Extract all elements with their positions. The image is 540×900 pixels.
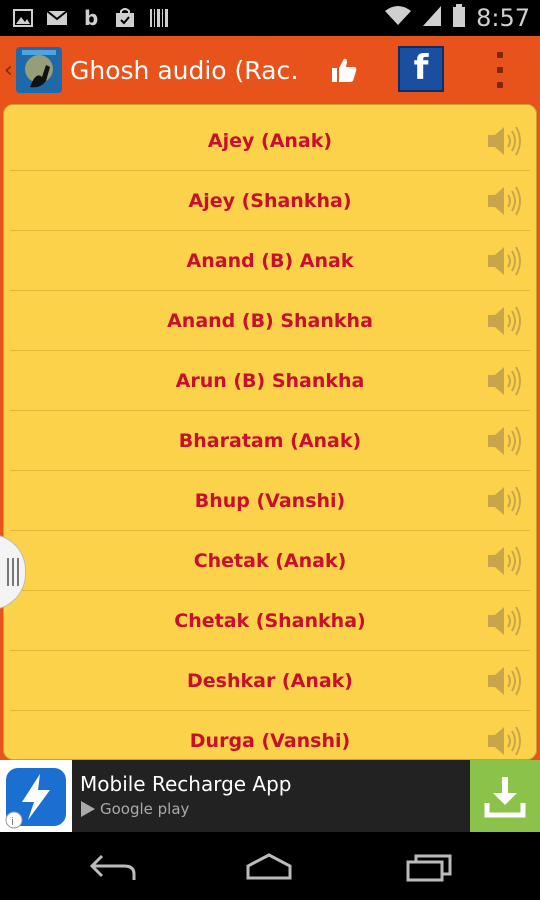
item-label: Arun (B) Shankha	[175, 370, 365, 392]
navigation-bar	[0, 832, 540, 900]
list-item[interactable]: Anand (B) Anak	[4, 231, 536, 291]
list-item[interactable]: Ajey (Shankha)	[4, 171, 536, 231]
ad-app-icon[interactable]: i	[0, 760, 72, 832]
facebook-icon: f	[413, 48, 429, 88]
svg-text:b: b	[84, 7, 98, 29]
speaker-icon[interactable]	[486, 424, 522, 458]
speaker-icon[interactable]	[486, 124, 522, 158]
overflow-menu-button[interactable]	[488, 52, 512, 88]
battery-icon	[452, 4, 466, 32]
barcode-icon	[148, 7, 170, 29]
list-item[interactable]: Anand (B) Shankha	[4, 291, 536, 351]
app-title: Ghosh audio (Rac…	[70, 55, 300, 85]
up-chevron-icon[interactable]: ‹	[4, 58, 14, 83]
speaker-icon[interactable]	[486, 364, 522, 398]
item-label: Bharatam (Anak)	[178, 430, 362, 452]
overflow-dot	[497, 52, 503, 58]
item-label: Deshkar (Anak)	[187, 670, 353, 692]
ad-title: Mobile Recharge App	[80, 772, 292, 796]
play-store-icon	[81, 801, 95, 817]
item-label: Ajey (Anak)	[207, 130, 333, 152]
list-item[interactable]: Durga (Vanshi)	[4, 711, 536, 759]
gallery-icon	[12, 7, 34, 29]
home-button[interactable]	[242, 850, 296, 884]
speaker-icon[interactable]	[486, 184, 522, 218]
store-label: Google play	[100, 800, 190, 818]
signal-icon	[422, 5, 442, 31]
speaker-icon[interactable]	[486, 664, 522, 698]
list-item[interactable]: Deshkar (Anak)	[4, 651, 536, 711]
item-label: Chetak (Shankha)	[174, 610, 366, 632]
speaker-icon[interactable]	[486, 244, 522, 278]
status-bar: b 8:57	[0, 0, 540, 36]
item-label: Ajey (Shankha)	[188, 190, 352, 212]
clock: 8:57	[476, 4, 530, 32]
speaker-icon[interactable]	[486, 724, 522, 758]
item-label: Anand (B) Anak	[186, 250, 354, 272]
list-item[interactable]: Ajey (Anak)	[4, 111, 536, 171]
item-label: Durga (Vanshi)	[189, 730, 351, 752]
download-icon	[484, 777, 526, 818]
download-button[interactable]	[470, 760, 540, 832]
list-area: Ajey (Anak) Ajey (Shankha) Anand (B) Ana…	[0, 104, 540, 760]
item-label: Chetak (Anak)	[193, 550, 347, 572]
list-item[interactable]: Arun (B) Shankha	[4, 351, 536, 411]
like-button[interactable]	[326, 52, 362, 88]
thumbs-up-icon	[332, 58, 357, 82]
item-label: Bhup (Vanshi)	[194, 490, 346, 512]
wifi-icon	[384, 5, 412, 31]
back-icon	[89, 854, 136, 880]
system-icons: 8:57	[384, 4, 540, 32]
recents-icon	[406, 854, 452, 882]
speaker-icon[interactable]	[486, 544, 522, 578]
svg-text:i: i	[11, 815, 14, 828]
gmail-icon	[46, 7, 68, 29]
shopping-bag-icon	[114, 7, 136, 29]
audio-list[interactable]: Ajey (Anak) Ajey (Shankha) Anand (B) Ana…	[3, 104, 537, 760]
b-app-icon: b	[80, 7, 102, 29]
speaker-icon[interactable]	[486, 304, 522, 338]
notification-icons: b	[0, 7, 170, 29]
speaker-icon[interactable]	[486, 604, 522, 638]
handle-line	[17, 558, 19, 586]
overflow-dot	[497, 82, 503, 88]
item-label: Anand (B) Shankha	[167, 310, 373, 332]
action-bar: ‹ Ghosh audio (Rac… f	[0, 36, 540, 104]
handle-line	[7, 558, 9, 586]
handle-line	[12, 558, 14, 586]
google-play-badge: Google play	[80, 800, 189, 818]
back-button[interactable]	[86, 850, 140, 884]
home-icon	[246, 853, 292, 880]
facebook-button[interactable]: f	[398, 46, 444, 92]
list-item[interactable]: Chetak (Shankha)	[4, 591, 536, 651]
app-logo[interactable]	[16, 47, 62, 93]
overflow-dot	[497, 67, 503, 73]
ad-banner[interactable]: i Mobile Recharge App Google play	[0, 760, 540, 832]
speaker-icon[interactable]	[486, 484, 522, 518]
list-item[interactable]: Bhup (Vanshi)	[4, 471, 536, 531]
list-item[interactable]: Chetak (Anak)	[4, 531, 536, 591]
recents-button[interactable]	[402, 850, 456, 884]
list-item[interactable]: Bharatam (Anak)	[4, 411, 536, 471]
